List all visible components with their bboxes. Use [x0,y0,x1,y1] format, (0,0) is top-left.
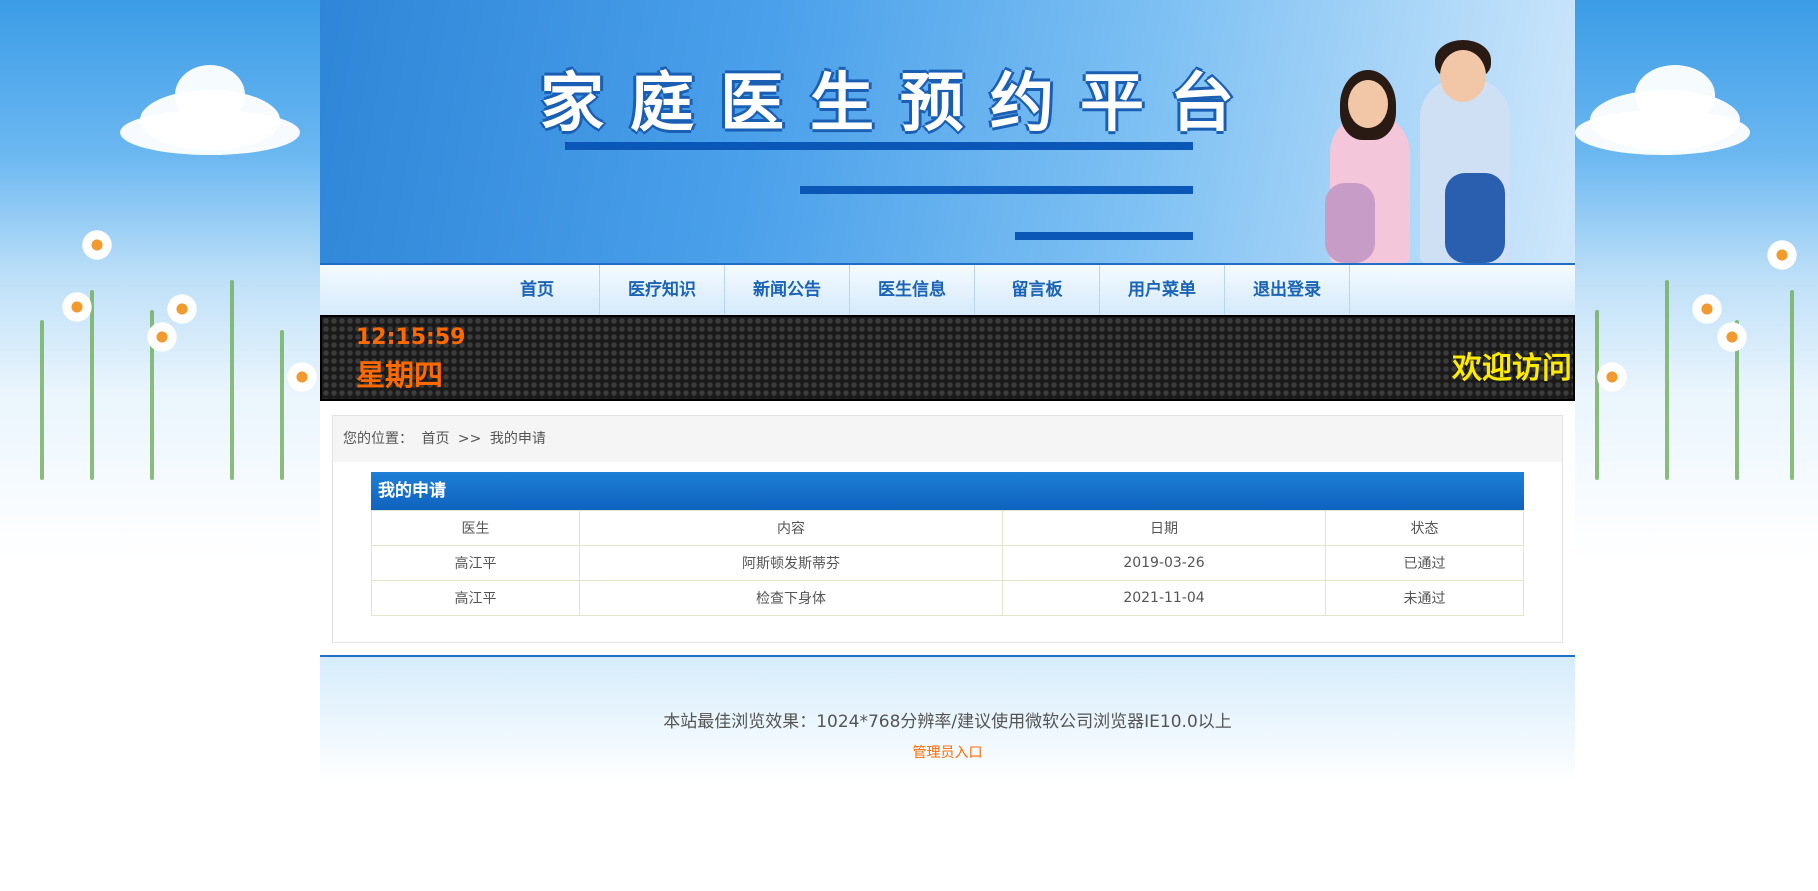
breadcrumb-home-link[interactable]: 首页 [421,431,449,447]
column-header-doctor: 医生 [371,510,580,546]
nav-item-logout[interactable]: 退出登录 [1225,265,1350,315]
table-row: 高江平 检查下身体 2021-11-04 未通过 [371,580,1524,616]
table-header-row: 医生 内容 日期 状态 [371,510,1524,546]
led-ticker: 12:15:59 星期四 欢迎访问 [320,315,1575,401]
cell-date: 2021-11-04 [1002,580,1326,616]
column-header-date: 日期 [1002,510,1326,546]
breadcrumb: 您的位置： 首页 >> 我的申请 [333,416,1562,462]
footer-browser-note: 本站最佳浏览效果：1024*768分辨率/建议使用微软公司浏览器IE10.0以上 [663,712,1232,732]
cell-status: 已通过 [1325,545,1524,581]
clock-time: 12:15:59 [356,325,466,350]
column-header-content: 内容 [579,510,1003,546]
site-title: 家庭医生预约平台 [540,66,1260,141]
welcome-marquee: 欢迎访问 [1452,351,1572,386]
clock: 12:15:59 星期四 [356,325,465,394]
students-illustration [1270,40,1520,263]
column-header-status: 状态 [1325,510,1524,546]
nav-item-doctors[interactable]: 医生信息 [850,265,975,315]
table-row: 高江平 阿斯顿发斯蒂芬 2019-03-26 已通过 [371,545,1524,581]
content-area: 您的位置： 首页 >> 我的申请 我的申请 医生 内容 日期 状态 高江平 阿斯… [332,415,1563,643]
applications-table: 医生 内容 日期 状态 高江平 阿斯顿发斯蒂芬 2019-03-26 已通过 高… [371,510,1524,616]
cell-status: 未通过 [1325,580,1524,616]
footer: 本站最佳浏览效果：1024*768分辨率/建议使用微软公司浏览器IE10.0以上… [320,655,1575,783]
breadcrumb-separator: >> [457,431,482,447]
nav-item-news[interactable]: 新闻公告 [725,265,850,315]
applications-panel: 我的申请 医生 内容 日期 状态 高江平 阿斯顿发斯蒂芬 2019-03-26 … [371,472,1524,616]
page-container: 家庭医生预约平台 首页 医疗知识 新闻公告 医生信息 留言板 用户菜单 退出登录 [320,0,1575,783]
cell-doctor: 高江平 [371,580,580,616]
admin-entry-link[interactable]: 管理员入口 [320,742,1575,762]
background-scenery-left [0,0,320,560]
cell-content: 检查下身体 [579,580,1003,616]
cell-content: 阿斯顿发斯蒂芬 [579,545,1003,581]
nav-item-home[interactable]: 首页 [475,265,600,315]
nav-item-medical-knowledge[interactable]: 医疗知识 [600,265,725,315]
banner-stripe [800,186,1193,194]
breadcrumb-current: 我的申请 [489,431,546,447]
cell-date: 2019-03-26 [1002,545,1326,581]
panel-title: 我的申请 [371,472,1524,510]
cell-doctor: 高江平 [371,545,580,581]
breadcrumb-prefix: 您的位置： [343,431,413,447]
main-nav: 首页 医疗知识 新闻公告 医生信息 留言板 用户菜单 退出登录 [320,263,1575,315]
nav-item-user-menu[interactable]: 用户菜单 [1100,265,1225,315]
banner-stripe [1015,232,1193,240]
header-banner: 家庭医生预约平台 [320,0,1575,263]
clock-weekday: 星期四 [356,358,444,392]
banner-stripe [565,142,1193,150]
nav-item-message-board[interactable]: 留言板 [975,265,1100,315]
background-scenery-right [1575,0,1818,560]
